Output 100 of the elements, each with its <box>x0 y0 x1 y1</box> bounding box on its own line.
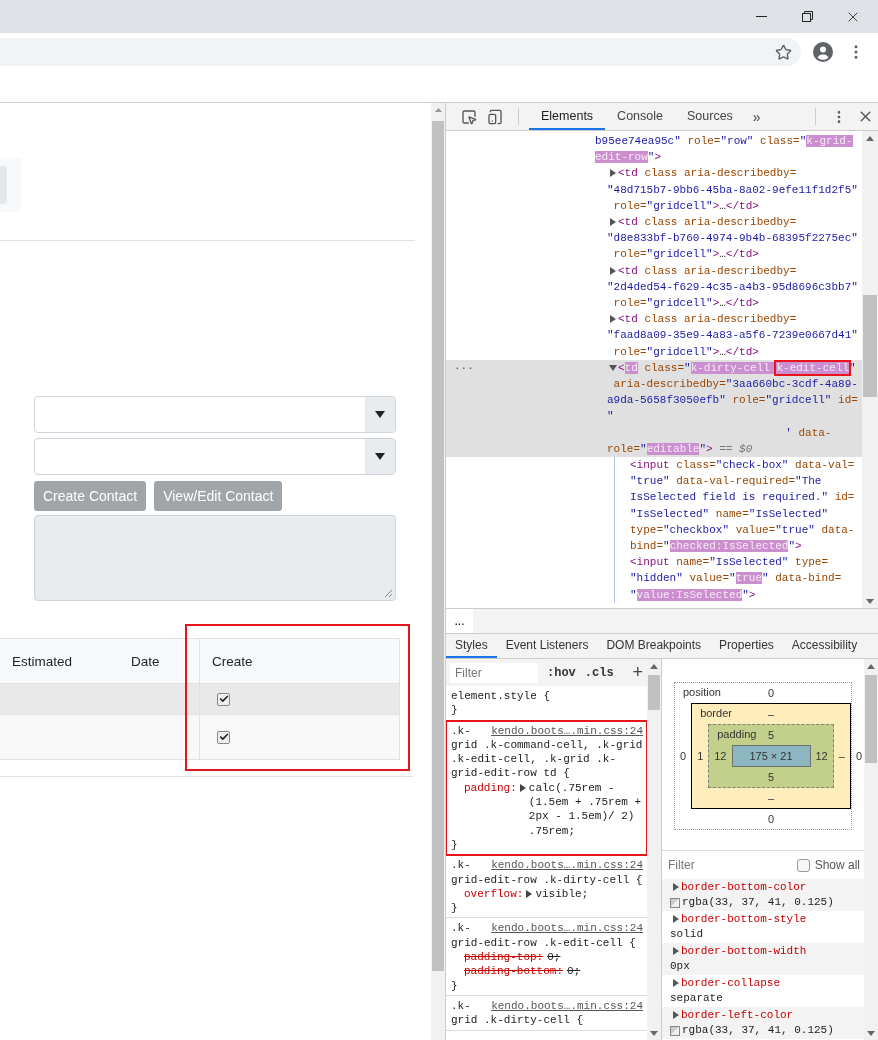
scrollbar-thumb[interactable] <box>648 675 660 710</box>
css-selector: grid-edit-row .k-edit-cell { <box>451 935 637 951</box>
code-line: <td class="k-dirty-cell k-edit-cell" <box>607 359 858 377</box>
scrollbar[interactable] <box>862 131 878 608</box>
property-value: solid <box>670 927 703 942</box>
caret-down-icon <box>375 453 385 460</box>
property-name[interactable]: border-bottom-color <box>681 881 807 893</box>
code-line: <input name="IsSelected" type= <box>630 555 830 571</box>
css-selector: grid .k-dirty-cell { <box>451 1013 585 1028</box>
add-rule-button[interactable]: + <box>632 662 643 683</box>
scrollbar-thumb[interactable] <box>432 121 444 971</box>
code-line: role="gridcell">…</td> <box>612 198 760 214</box>
filter-field[interactable]: Filter <box>450 662 538 683</box>
scrollbar[interactable] <box>647 659 661 1040</box>
property-name[interactable]: border-collapse <box>681 977 781 989</box>
css-selector: .k- <box>451 921 471 936</box>
caret-right-icon[interactable] <box>672 915 680 923</box>
code-line: "true" data-val-required="The <box>630 474 823 490</box>
code-line: <td class aria-describedby= <box>607 214 858 231</box>
code-line: role="editable"> == $0 <box>607 441 754 457</box>
sidebar-tab[interactable]: Properties <box>710 634 783 658</box>
dom-node-row[interactable]: <td class aria-describedby= "faad8a09-35e9-4a83-a5f6-7239e0667d41" role="gridcell">…</td> <box>446 311 862 360</box>
property-name[interactable]: padding: <box>464 780 517 796</box>
property-name[interactable]: padding-bottom: <box>464 964 564 979</box>
scrollbar-thumb[interactable] <box>863 295 877 397</box>
caret-down-icon <box>375 411 385 418</box>
box-value: 0 <box>854 750 863 762</box>
scrollbar-thumb[interactable] <box>865 675 877 763</box>
devtools-tab[interactable]: Sources <box>675 103 745 130</box>
checkbox[interactable] <box>217 692 230 706</box>
code-line: "d8e833bf-b760-4974-9b4b-68395f2275ec" <box>607 231 858 247</box>
caret-right-icon[interactable] <box>672 883 680 891</box>
source-link[interactable]: kendo.boots….min.css:24 <box>491 921 643 936</box>
caret-right-icon[interactable] <box>609 315 617 324</box>
scrollbar[interactable] <box>864 659 878 1040</box>
code-line: <td class aria-describedby= <box>607 165 858 182</box>
source-link[interactable]: kendo.boots….min.css:24 <box>491 858 643 873</box>
source-link[interactable]: kendo.boots….min.css:24 <box>491 998 643 1014</box>
checkbox[interactable] <box>796 858 810 872</box>
caret-right-icon[interactable] <box>672 1011 680 1019</box>
code-line: "48d715b7-9bb6-45ba-8a02-9efe11f1d2f5" <box>607 182 858 198</box>
caret-down-icon[interactable] <box>609 363 617 372</box>
css-selector: .k- <box>451 998 471 1014</box>
caret-right-icon[interactable] <box>526 889 533 898</box>
caret-right-icon[interactable] <box>519 783 526 792</box>
box-value: 0 <box>679 750 688 762</box>
code-line: type="checkbox" value="true" data- <box>630 522 855 538</box>
ellipsis-text[interactable]: ··· <box>454 359 474 377</box>
caret-right-icon[interactable] <box>672 947 680 955</box>
devtools-tab[interactable]: Elements <box>529 103 606 130</box>
sidebar-tab[interactable]: Event Listeners <box>496 634 598 658</box>
property-name[interactable]: overflow: <box>464 886 524 902</box>
caret-right-icon[interactable] <box>609 266 617 275</box>
breadcrumb[interactable]: ... <box>446 609 473 633</box>
box-value: 12 <box>814 750 829 762</box>
dom-node-row[interactable]: ··· <td class="k-dirty-cell k-edit-cell" aria-describedby="3aa660bc-3cdf-4a89- a9da-5658f3050efb" role="gridcell" id= " ' data- role="editable"> == $0 <box>446 359 862 458</box>
checkbox[interactable] <box>217 730 230 744</box>
box-value: – <box>767 792 775 804</box>
property-name[interactable]: border-left-color <box>681 1009 794 1021</box>
property-value[interactable]: visible; <box>535 886 643 902</box>
code-line: edit-row"> <box>595 150 663 166</box>
dom-node-row[interactable]: <td class aria-describedby= "48d715b7-9bb6-45ba-8a02-9efe11f1d2f5" role="gridcell">…</td> <box>446 165 862 214</box>
dom-node-row[interactable]: <td class aria-describedby= "d8e833bf-b760-4974-9b4b-68395f2275ec" role="gridcell">…</td> <box>446 214 862 263</box>
brace-text: } <box>451 901 459 916</box>
dom-node-row[interactable]: <td class aria-describedby= "2d4ded54-f629-4c35-a4b3-95d8696c3bb7" role="gridcell">…</td> <box>446 262 862 312</box>
cls-toggle[interactable]: .cls <box>584 665 614 680</box>
account-icon[interactable] <box>813 42 833 62</box>
box-label: position <box>683 686 721 698</box>
filter-field[interactable]: Filter <box>666 857 756 873</box>
source-link[interactable]: kendo.boots….min.css:24 <box>491 723 643 738</box>
property-value[interactable]: calc(.75rem - (1.5em + .75rem + 2px - 1.5em)/ 2) .75rem; <box>528 780 643 838</box>
resize-grip-icon <box>383 588 393 598</box>
more-tabs-button[interactable]: » <box>744 108 769 125</box>
hov-toggle[interactable]: :hov <box>547 665 576 680</box>
devtools-tab[interactable]: Console <box>605 103 675 130</box>
star-icon[interactable] <box>775 43 792 61</box>
caret-right-icon[interactable] <box>609 218 617 226</box>
sidebar-tab[interactable]: Accessibility <box>782 634 867 658</box>
css-selector: .k- <box>451 858 471 873</box>
property-name[interactable]: padding-top: <box>464 950 544 965</box>
column-header[interactable]: Create <box>199 639 399 683</box>
caret-right-icon[interactable] <box>609 169 617 178</box>
dropdown-field[interactable] <box>34 396 396 433</box>
column-header[interactable]: Estimated <box>0 639 119 683</box>
scrollbar[interactable] <box>431 103 445 1040</box>
property-value: 0px <box>670 959 690 974</box>
caret-right-icon[interactable] <box>672 979 680 987</box>
checkbox-label[interactable]: Show all <box>814 858 860 872</box>
property-value[interactable]: 0; <box>567 964 643 979</box>
box-value: 5 <box>767 729 775 741</box>
sidebar-tab[interactable]: DOM Breakpoints <box>597 634 711 658</box>
box-value: 1 <box>696 750 705 762</box>
property-name[interactable]: border-bottom-style <box>681 913 807 925</box>
property-value[interactable]: 0; <box>547 950 643 965</box>
code-line: "faad8a09-35e9-4a83-a5f6-7239e0667d41" <box>607 328 858 344</box>
column-header[interactable]: Date <box>119 639 199 683</box>
box-label: padding <box>717 728 757 740</box>
property-name[interactable]: border-bottom-width <box>681 945 807 957</box>
code-line: "hidden" value="true" data-bind= <box>630 571 842 587</box>
dropdown-field[interactable] <box>34 438 396 475</box>
